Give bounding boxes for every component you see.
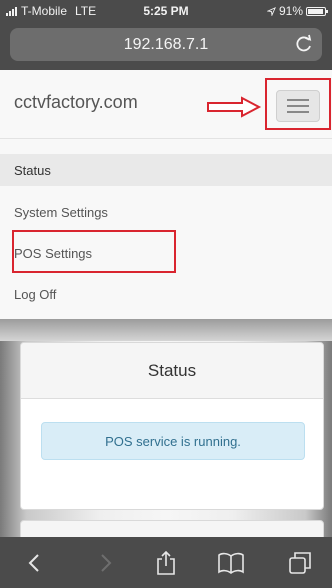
nav-item-system-settings[interactable]: System Settings bbox=[14, 205, 108, 220]
tabs-button[interactable] bbox=[280, 537, 320, 588]
url-text[interactable]: 192.168.7.1 bbox=[10, 36, 322, 54]
browser-toolbar bbox=[0, 537, 332, 588]
panel-heading: Status bbox=[21, 343, 323, 399]
forward-button[interactable] bbox=[86, 537, 126, 588]
location-arrow-icon bbox=[266, 6, 276, 16]
browser-url-area: 192.168.7.1 bbox=[0, 22, 332, 70]
reload-icon[interactable] bbox=[294, 33, 314, 55]
status-right: 91% bbox=[266, 4, 328, 18]
forward-chevron-icon bbox=[101, 553, 112, 572]
panel-title: Status bbox=[147, 361, 197, 380]
content-shade bbox=[0, 319, 332, 341]
menu-highlight-box bbox=[265, 78, 331, 130]
battery-percent: 91% bbox=[278, 4, 303, 18]
brand-link[interactable]: cctvfactory.com bbox=[14, 92, 138, 113]
info-alert: POS service is running. bbox=[41, 422, 305, 460]
nav-menu: Status System Settings POS Settings Log … bbox=[0, 139, 332, 319]
bookmarks-button[interactable] bbox=[211, 537, 251, 588]
battery-icon bbox=[306, 6, 328, 16]
share-icon bbox=[157, 550, 175, 575]
address-bar[interactable]: 192.168.7.1 bbox=[10, 28, 322, 61]
back-button[interactable] bbox=[14, 537, 54, 588]
status-bar: T-Mobile LTE 5:25 PM 91% bbox=[0, 0, 332, 22]
status-panel: Status POS service is running. bbox=[20, 342, 324, 510]
share-button[interactable] bbox=[146, 537, 186, 588]
book-icon bbox=[218, 552, 244, 574]
right-arrow-icon bbox=[207, 96, 262, 118]
tabs-icon bbox=[289, 551, 311, 574]
alert-text: POS service is running. bbox=[105, 434, 241, 449]
nav-item-log-off[interactable]: Log Off bbox=[14, 287, 56, 302]
pos-settings-highlight-box bbox=[12, 230, 176, 273]
back-chevron-icon bbox=[28, 553, 39, 572]
phone-screen: T-Mobile LTE 5:25 PM 91% 192.168.7.1 cct… bbox=[0, 0, 332, 588]
nav-item-status[interactable]: Status bbox=[14, 163, 51, 178]
battery-level bbox=[308, 8, 323, 14]
